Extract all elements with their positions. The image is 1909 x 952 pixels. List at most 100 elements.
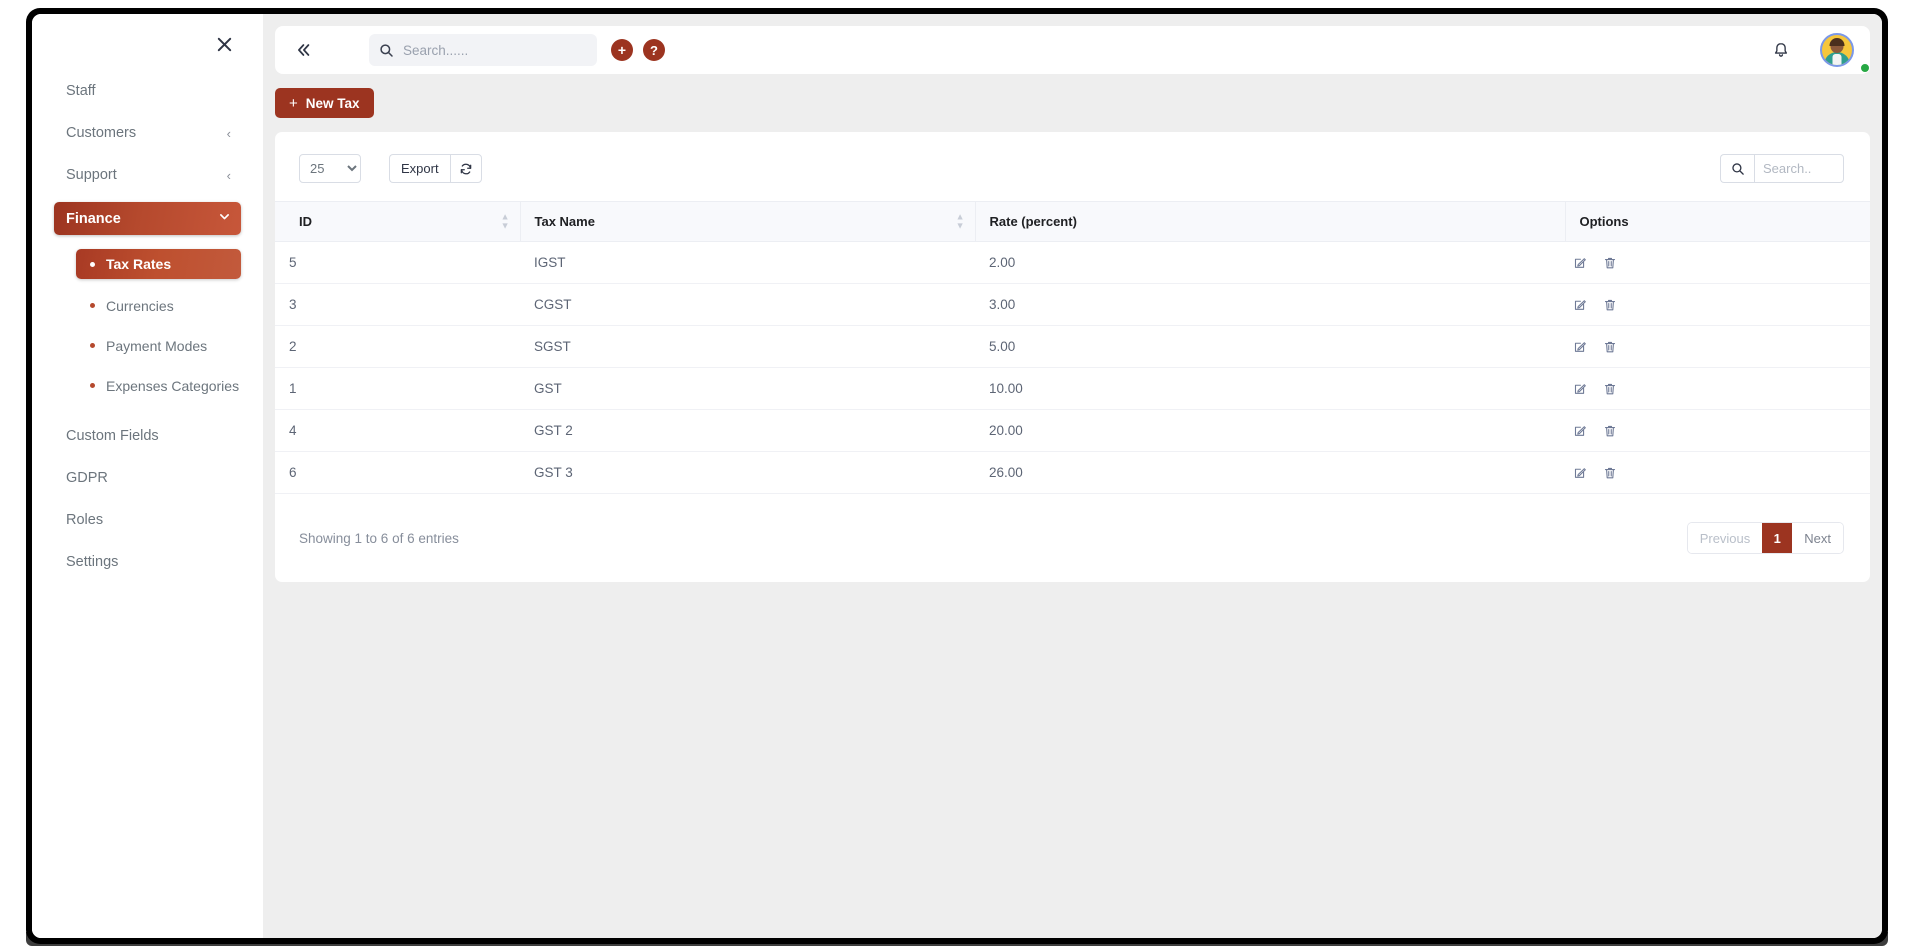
edit-icon[interactable] bbox=[1573, 424, 1587, 438]
avatar[interactable] bbox=[1820, 33, 1854, 67]
table-head: ID ▲ ▼ Tax Name ▲ ▼ Rate (percent) Options bbox=[275, 201, 1870, 242]
edit-icon[interactable] bbox=[1573, 298, 1587, 312]
edit-icon[interactable] bbox=[1573, 466, 1587, 480]
sidebar-item-customers[interactable]: Customers ‹ bbox=[54, 118, 241, 148]
new-tax-button[interactable]: + New Tax bbox=[275, 88, 374, 118]
bullet-icon bbox=[90, 343, 95, 348]
table-row[interactable]: 4 GST 2 20.00 bbox=[275, 409, 1870, 452]
column-header-tax-name[interactable]: Tax Name ▲ ▼ bbox=[519, 201, 975, 242]
sidebar-item-label: GDPR bbox=[66, 470, 108, 486]
finance-subnav: Tax Rates Currencies Payment Modes Expen… bbox=[32, 249, 263, 399]
showing-entries-text: Showing 1 to 6 of 6 entries bbox=[299, 530, 459, 546]
sidebar-item-payment-modes[interactable]: Payment Modes bbox=[76, 332, 241, 359]
cell-tax-name: CGST bbox=[520, 283, 975, 326]
avatar-hair bbox=[1829, 38, 1845, 46]
sidebar-item-settings[interactable]: Settings bbox=[54, 547, 241, 577]
main-area: + ? + bbox=[263, 14, 1882, 938]
edit-icon[interactable] bbox=[1573, 340, 1587, 354]
sidebar-item-staff[interactable]: Staff bbox=[54, 76, 241, 106]
sidebar-nav: Staff Customers ‹ Support ‹ Finance Tax … bbox=[32, 76, 263, 577]
cell-tax-name: GST 3 bbox=[520, 451, 975, 494]
table-row[interactable]: 1 GST 10.00 bbox=[275, 367, 1870, 410]
pagination-page-1[interactable]: 1 bbox=[1762, 523, 1793, 553]
table-row[interactable]: 2 SGST 5.00 bbox=[275, 325, 1870, 368]
cell-options bbox=[1565, 409, 1870, 452]
sidebar-item-support[interactable]: Support ‹ bbox=[54, 160, 241, 190]
sidebar-item-label: Settings bbox=[66, 554, 119, 570]
column-label: Tax Name bbox=[534, 214, 595, 229]
table-row[interactable]: 3 CGST 3.00 bbox=[275, 283, 1870, 326]
sidebar-item-expenses-categories[interactable]: Expenses Categories bbox=[76, 372, 241, 399]
delete-icon[interactable] bbox=[1603, 298, 1617, 312]
bullet-icon bbox=[90, 383, 95, 388]
add-button[interactable]: + bbox=[611, 39, 633, 61]
sidebar-item-gdpr[interactable]: GDPR bbox=[54, 463, 241, 493]
bullet-icon bbox=[90, 303, 95, 308]
page-length-select[interactable]: 25 50 100 bbox=[299, 154, 361, 183]
refresh-icon bbox=[460, 163, 471, 174]
chevron-left-icon: ‹ bbox=[226, 125, 231, 141]
refresh-button[interactable] bbox=[449, 154, 482, 183]
edit-icon[interactable] bbox=[1573, 256, 1587, 270]
cell-rate: 10.00 bbox=[975, 367, 1565, 410]
delete-icon[interactable] bbox=[1603, 256, 1617, 270]
sidebar-item-label: Staff bbox=[66, 83, 96, 99]
delete-icon[interactable] bbox=[1603, 424, 1617, 438]
sidebar-subitem-label: Tax Rates bbox=[106, 256, 172, 272]
sidebar-item-currencies[interactable]: Currencies bbox=[76, 292, 241, 319]
cell-rate: 3.00 bbox=[975, 283, 1565, 326]
cell-id: 3 bbox=[275, 283, 520, 326]
global-search[interactable] bbox=[369, 34, 597, 66]
pagination: Previous 1 Next bbox=[1686, 522, 1844, 554]
sidebar-subitem-label: Expenses Categories bbox=[106, 377, 240, 394]
delete-icon[interactable] bbox=[1603, 382, 1617, 396]
cell-tax-name: GST 2 bbox=[520, 409, 975, 452]
sort-indicator-icon: ▲ ▼ bbox=[955, 211, 965, 231]
table-search-icon-button[interactable] bbox=[1720, 154, 1754, 183]
table-row[interactable]: 6 GST 3 26.00 bbox=[275, 451, 1870, 494]
sidebar-collapse-icon[interactable] bbox=[285, 32, 321, 68]
topbar-right bbox=[1764, 33, 1870, 73]
chevron-down-icon bbox=[218, 210, 231, 227]
search-input[interactable] bbox=[403, 42, 587, 58]
sort-indicator-icon: ▲ ▼ bbox=[500, 211, 510, 231]
help-button[interactable]: ? bbox=[643, 39, 665, 61]
table-search bbox=[1720, 154, 1844, 183]
column-label: Options bbox=[1579, 214, 1629, 229]
delete-icon[interactable] bbox=[1603, 340, 1617, 354]
sidebar-item-label: Custom Fields bbox=[66, 428, 159, 444]
sidebar-item-custom-fields[interactable]: Custom Fields bbox=[54, 421, 241, 451]
table-search-input[interactable] bbox=[1754, 154, 1844, 183]
search-icon bbox=[380, 43, 393, 57]
cell-options bbox=[1565, 283, 1870, 326]
sidebar-item-roles[interactable]: Roles bbox=[54, 505, 241, 535]
cell-id: 1 bbox=[275, 367, 520, 410]
column-header-options: Options bbox=[1564, 201, 1870, 242]
device-bezel: Staff Customers ‹ Support ‹ Finance Tax … bbox=[26, 8, 1888, 944]
tax-rates-card: 25 50 100 Export bbox=[275, 132, 1870, 582]
cell-id: 5 bbox=[275, 241, 520, 284]
pagination-next[interactable]: Next bbox=[1792, 523, 1843, 553]
column-label: Rate (percent) bbox=[989, 214, 1077, 229]
table-header-row: ID ▲ ▼ Tax Name ▲ ▼ Rate (percent) Options bbox=[275, 201, 1870, 242]
column-header-id[interactable]: ID ▲ ▼ bbox=[275, 201, 520, 242]
export-button[interactable]: Export bbox=[389, 154, 450, 183]
sidebar-item-finance[interactable]: Finance bbox=[54, 202, 241, 235]
column-header-rate[interactable]: Rate (percent) bbox=[974, 201, 1565, 242]
delete-icon[interactable] bbox=[1603, 466, 1617, 480]
notifications-button[interactable] bbox=[1764, 33, 1798, 67]
edit-icon[interactable] bbox=[1573, 382, 1587, 396]
pagination-previous[interactable]: Previous bbox=[1687, 523, 1763, 553]
bullet-icon bbox=[90, 261, 95, 267]
sidebar-subitem-label: Currencies bbox=[106, 297, 174, 314]
cell-options bbox=[1565, 367, 1870, 410]
close-icon[interactable] bbox=[211, 31, 237, 57]
table-row[interactable]: 5 IGST 2.00 bbox=[275, 241, 1870, 284]
cell-options bbox=[1565, 241, 1870, 284]
cell-tax-name: IGST bbox=[520, 241, 975, 284]
new-tax-label: New Tax bbox=[305, 95, 360, 111]
sidebar-item-tax-rates[interactable]: Tax Rates bbox=[76, 249, 241, 279]
